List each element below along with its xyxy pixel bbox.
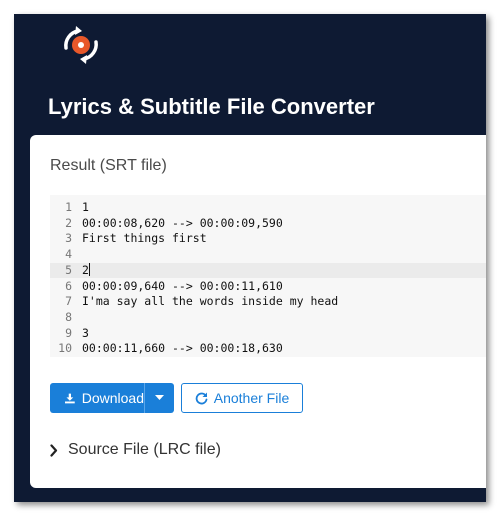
another-file-button[interactable]: Another File — [181, 383, 303, 413]
line-number: 6 — [65, 278, 72, 293]
source-file-label: Source File (LRC file) — [68, 441, 221, 458]
editor-line[interactable]: 8 — [50, 310, 486, 326]
line-number: 8 — [65, 309, 72, 324]
download-button[interactable]: Download — [50, 383, 145, 413]
line-text: 1 — [82, 200, 89, 214]
editor-line[interactable]: 7 I'ma say all the words inside my head — [50, 294, 486, 310]
line-number: 9 — [65, 325, 72, 340]
line-text: 00:00:09,640 --> 00:00:11,610 — [82, 278, 283, 293]
line-number: 1 — [65, 200, 72, 214]
result-card: Result (SRT file) 1 1 2 00:00:08,620 --> 00… — [30, 135, 486, 488]
text-cursor — [88, 262, 90, 276]
line-text: 00:00:11,660 --> 00:00:18,630 — [82, 341, 283, 356]
converter-logo-icon — [64, 26, 98, 64]
editor-line[interactable]: 11 — [50, 200, 486, 216]
editor-line[interactable]: 10 00:00:11,660 --> 00:00:18,630 — [50, 341, 486, 357]
line-text: First things first — [82, 231, 207, 246]
srt-code-editor[interactable]: 1 1 2 00:00:08,620 --> 00:00:09,590 3 First t… — [50, 195, 486, 357]
editor-line[interactable]: 6 00:00:09,640 --> 00:00:11,610 — [50, 279, 486, 295]
app-window: Lyrics & Subtitle File Converter Result … — [14, 14, 486, 502]
chevron-right-icon — [50, 443, 58, 457]
line-text: 3 — [82, 325, 89, 340]
line-number: 7 — [65, 294, 72, 309]
source-file-toggle[interactable]: Source File (LRC file) — [50, 441, 221, 459]
line-number: 2 — [65, 215, 72, 230]
editor-line[interactable]: 3 First things first — [50, 231, 486, 247]
line-number: 4 — [65, 247, 72, 262]
caret-down-icon — [155, 395, 164, 400]
line-text: 00:00:08,620 --> 00:00:09,590 — [82, 215, 283, 230]
refresh-icon — [195, 392, 208, 404]
download-options-toggle[interactable] — [145, 395, 174, 401]
another-file-label: Another File — [213, 390, 290, 406]
download-split-button[interactable]: Download — [50, 383, 174, 413]
line-number: 5 — [65, 262, 72, 277]
line-text: 2 — [82, 262, 89, 277]
editor-line[interactable]: 2 00:00:08,620 --> 00:00:09,590 — [50, 216, 486, 232]
page-title: Lyrics & Subtitle File Converter — [48, 94, 375, 119]
editor-line[interactable]: 52 — [50, 262, 486, 279]
result-heading: Result (SRT file) — [50, 157, 167, 174]
editor-line[interactable]: 93 — [50, 326, 486, 342]
line-number: 3 — [65, 231, 72, 246]
line-text: I'ma say all the words inside my head — [82, 294, 339, 309]
download-icon — [65, 393, 75, 403]
editor-line[interactable]: 4 — [50, 247, 486, 263]
download-label: Download — [81, 390, 144, 406]
line-number: 10 — [58, 341, 72, 356]
